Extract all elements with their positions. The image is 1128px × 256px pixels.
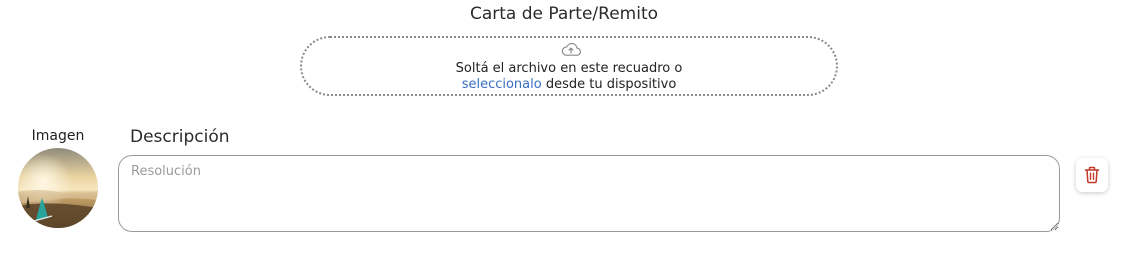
beach-photo-thumbnail [18,148,98,228]
dropzone-instruction-line2: seleccionalo desde tu dispositivo [302,77,836,92]
dropzone-instruction-suffix: desde tu dispositivo [541,77,677,92]
trash-icon [1084,166,1100,184]
description-textarea[interactable] [118,155,1060,232]
select-file-link[interactable]: seleccionalo [462,77,542,92]
image-label: Imagen [31,128,85,144]
delete-button[interactable] [1076,158,1108,192]
description-label: Descripción [130,127,230,147]
form-page: Carta de Parte/Remito Soltá el archivo e… [0,0,1128,256]
image-thumbnail[interactable] [18,148,98,228]
cloud-upload-icon [561,42,582,56]
upload-title: Carta de Parte/Remito [469,4,659,24]
file-dropzone[interactable]: Soltá el archivo en este recuadro o sele… [300,36,838,96]
dropzone-instruction: Soltá el archivo en este recuadro o [455,61,683,76]
